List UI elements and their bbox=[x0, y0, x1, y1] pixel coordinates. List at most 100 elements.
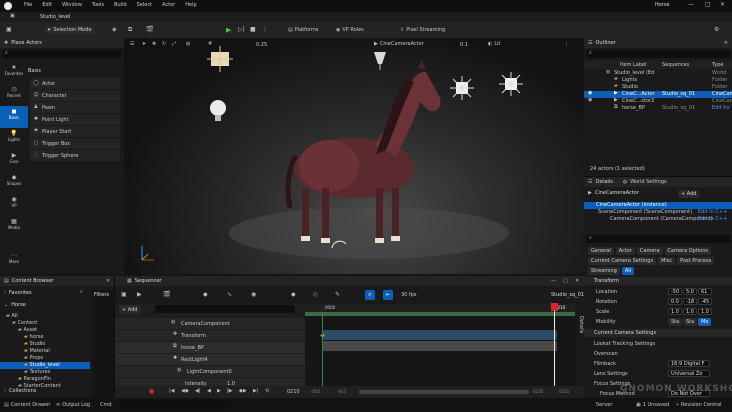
play-icon[interactable]: ▶ bbox=[226, 26, 231, 34]
menu-help[interactable]: Help bbox=[185, 2, 196, 8]
category-cine[interactable]: ▶ Cine bbox=[0, 150, 28, 172]
filter-tab[interactable]: Camera bbox=[636, 247, 663, 255]
collections-row[interactable]: › Collections bbox=[4, 388, 36, 394]
unsaved-indicator[interactable]: ▣ 1 Unsaved bbox=[636, 402, 669, 408]
time-ruler[interactable]: 0000 0210 bbox=[305, 304, 575, 312]
category-media[interactable]: ▦ Media bbox=[0, 216, 28, 238]
sequence-name[interactable]: Studio_sq_01 bbox=[551, 292, 584, 298]
filter-tab-all[interactable]: All bbox=[621, 267, 635, 275]
project-row[interactable]: ⌄ Horse bbox=[4, 302, 26, 308]
mobility-stationary[interactable]: Sta bbox=[683, 318, 698, 326]
folder-item[interactable]: ▰ Props bbox=[0, 355, 90, 362]
stop-icon[interactable]: ■ bbox=[250, 27, 256, 33]
row-type[interactable]: Edit ho bbox=[712, 105, 730, 112]
close-icon[interactable]: ✕ bbox=[575, 278, 579, 284]
world-settings-tab[interactable]: World Settings bbox=[630, 179, 666, 185]
filter-tab[interactable]: Actor bbox=[615, 247, 635, 255]
folder-item[interactable]: ▰ Studio bbox=[0, 341, 90, 348]
menu-actor[interactable]: Actor bbox=[162, 2, 175, 8]
rect-light-gizmo-2[interactable] bbox=[450, 76, 474, 100]
record-icon[interactable]: ● bbox=[149, 388, 154, 395]
jump-end-icon[interactable]: ▶| bbox=[253, 389, 259, 394]
save-icon[interactable]: ▣ bbox=[6, 27, 12, 33]
close-icon[interactable]: ✕ bbox=[720, 2, 725, 8]
camera-prop-row[interactable]: Lookat Tracking Settings bbox=[584, 339, 732, 349]
outliner-row[interactable]: ⧉ horse_BP Studio_sq_01 Edit ho bbox=[584, 105, 732, 112]
filter-tab[interactable]: Misc bbox=[658, 257, 676, 265]
folder-item[interactable]: ▰ All bbox=[0, 313, 90, 320]
key-icon[interactable]: ◆ bbox=[203, 292, 208, 298]
actor-item[interactable]: ✹ Point Light bbox=[30, 114, 120, 125]
eye-icon[interactable]: ◉ bbox=[588, 91, 592, 96]
component-row[interactable]: CameraComponent (CameraComponent) Edit in… bbox=[584, 216, 732, 223]
track-row[interactable]: ◍ LightComponent0 bbox=[115, 366, 305, 377]
level-viewport[interactable]: ☰ ➤ ✥ ↻ ⤢ ◍ # 0.25 ▶ CineCameraActor 0.1… bbox=[124, 38, 584, 274]
category-more[interactable]: ⋯ More bbox=[0, 250, 28, 272]
add-component-button[interactable]: + Add bbox=[678, 190, 700, 198]
step-icon[interactable]: ▷| bbox=[238, 27, 245, 33]
keyframe-icon[interactable]: ◆ bbox=[291, 292, 296, 298]
menu-edit[interactable]: Edit bbox=[42, 2, 52, 8]
maximize-icon[interactable]: □ bbox=[705, 2, 711, 8]
save-icon[interactable]: ▣ bbox=[121, 292, 127, 298]
details-search-input[interactable]: ⌕ bbox=[586, 235, 730, 243]
actor-item[interactable]: ☺ Character bbox=[30, 90, 120, 101]
revision-control-button[interactable]: ⑂ Revision Control bbox=[676, 402, 722, 408]
spot-light-gizmo[interactable] bbox=[374, 52, 386, 70]
filter-tab[interactable]: General bbox=[588, 247, 614, 255]
blueprint-icon[interactable]: ⧉ bbox=[128, 27, 132, 33]
playback-range[interactable] bbox=[305, 312, 575, 316]
search-icon[interactable]: ⌕ bbox=[80, 290, 83, 295]
play-options-icon[interactable]: ⋮ bbox=[262, 27, 268, 33]
minimize-icon[interactable]: — bbox=[551, 278, 556, 284]
asset-view[interactable]: Filters bbox=[92, 290, 114, 398]
console-input[interactable] bbox=[118, 401, 228, 409]
folder-item[interactable]: ▰ ParagonFin bbox=[0, 376, 90, 383]
play-reverse-icon[interactable]: ◀ bbox=[207, 389, 211, 394]
step-forward-icon[interactable]: |▶ bbox=[227, 389, 233, 394]
actor-item[interactable]: ⚑ Player Start bbox=[30, 126, 120, 137]
location-x-field[interactable]: -50 bbox=[668, 288, 682, 295]
timeline-area[interactable]: 0000 0210 bbox=[305, 303, 575, 386]
snap-magnet-icon[interactable]: ∩ bbox=[365, 290, 375, 300]
folder-item[interactable]: ▰ horse bbox=[0, 334, 90, 341]
snap-time-icon[interactable]: ⇤ bbox=[383, 290, 393, 300]
category-basic[interactable]: ◼ Basic bbox=[0, 106, 28, 128]
mobility-movable[interactable]: Mo bbox=[698, 318, 712, 326]
scale-x-field[interactable]: 1.0 bbox=[668, 308, 682, 315]
filter-tab[interactable]: Current Camera Settings bbox=[588, 257, 657, 265]
transform-track-section[interactable] bbox=[323, 341, 557, 351]
outliner-row[interactable]: ▰ Studio Folder bbox=[584, 84, 732, 91]
track-row[interactable]: ✹ RectLight4 bbox=[115, 354, 305, 365]
folder-item[interactable]: ▰ Textures bbox=[0, 369, 90, 376]
add-track-button[interactable]: + Add bbox=[119, 305, 141, 314]
folder-item[interactable]: ▰ Content bbox=[0, 320, 90, 327]
filter-tab[interactable]: Camera Options bbox=[664, 247, 712, 255]
rotation-y-field[interactable]: -18 bbox=[683, 298, 697, 305]
filter-tab[interactable]: Streaming bbox=[588, 267, 620, 275]
transform-section[interactable]: Transform bbox=[584, 277, 732, 285]
minimize-icon[interactable]: — bbox=[688, 2, 694, 8]
actor-item[interactable]: ▢ Trigger Box bbox=[30, 138, 120, 149]
play-icon[interactable]: ▶ bbox=[217, 389, 221, 394]
camera-prop-row[interactable]: Overscan bbox=[584, 349, 732, 359]
menu-build[interactable]: Build bbox=[114, 2, 127, 8]
content-drawer-button[interactable]: ▤ Content Drawer bbox=[4, 402, 50, 408]
track-row[interactable]: ◍ CameraComponent bbox=[115, 318, 305, 329]
sequencer-title[interactable]: Sequencer bbox=[135, 278, 162, 284]
render-icon[interactable]: 🎬 bbox=[163, 292, 170, 298]
menu-file[interactable]: File bbox=[24, 2, 32, 8]
outliner-row[interactable]: ◍ Studio_level (Ed World bbox=[584, 70, 732, 77]
playhead-handle[interactable] bbox=[551, 303, 558, 311]
step-back-icon[interactable]: ◀| bbox=[195, 389, 201, 394]
prev-key-icon[interactable]: ◀◆ bbox=[181, 389, 189, 394]
sequencer-details-tab[interactable]: Details bbox=[577, 316, 585, 366]
search-input[interactable]: ⌕ bbox=[2, 50, 122, 58]
edit-cpp-link[interactable]: Edit in C++ bbox=[698, 216, 727, 223]
camera-prop-row[interactable]: Filmback 16:9 Digital F bbox=[584, 359, 732, 369]
component-row-selected[interactable]: CineCameraActor (Instance) bbox=[584, 202, 732, 209]
filter-tab[interactable]: Post Process bbox=[677, 257, 715, 265]
curve-editor-icon[interactable]: ∿ bbox=[227, 292, 232, 298]
visibility-icon[interactable]: ◉ bbox=[251, 292, 256, 298]
filters-label[interactable]: Filters bbox=[94, 292, 109, 298]
